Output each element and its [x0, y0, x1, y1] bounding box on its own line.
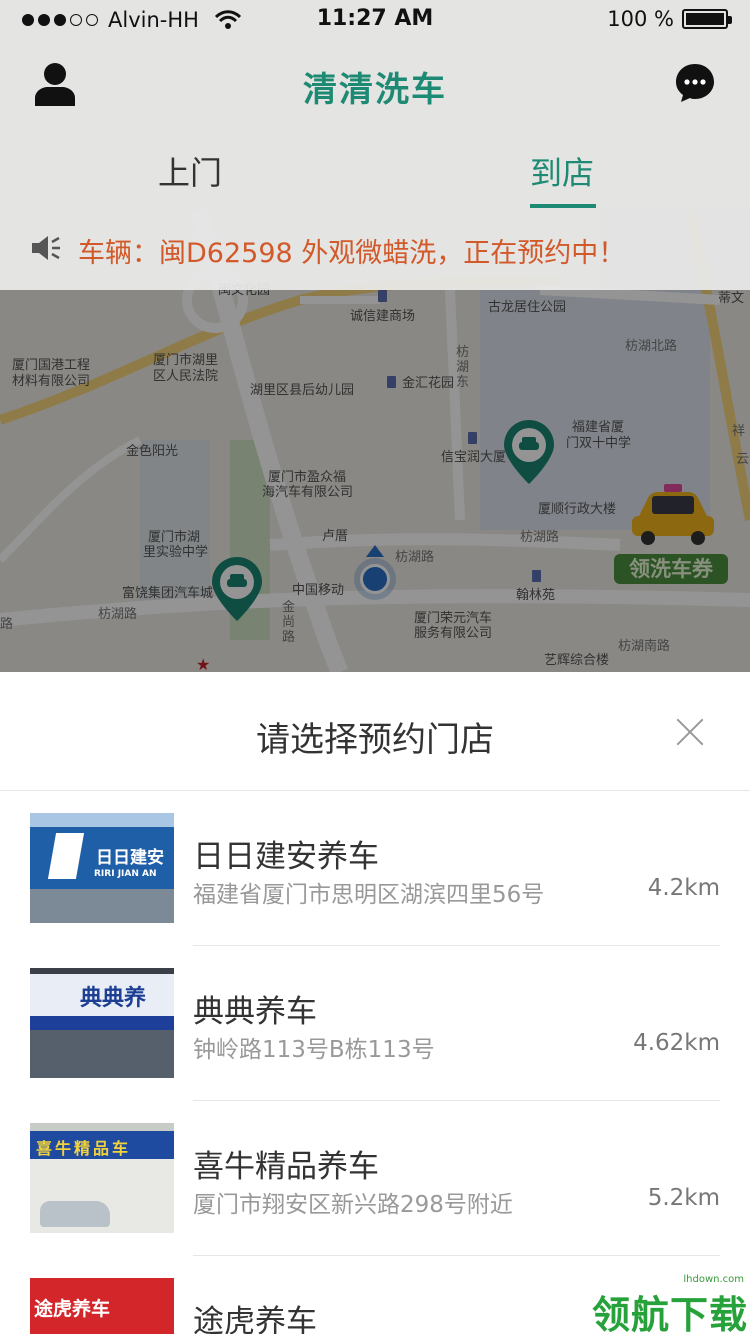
map-label: 服务有限公司: [414, 626, 493, 641]
building-icon: [387, 376, 396, 388]
road-label: 东: [456, 375, 470, 390]
store-sign-text: 典典养: [80, 986, 147, 1011]
map-label: 金汇花园: [402, 376, 455, 391]
store-address: 厦门市翔安区新兴路298号附近: [193, 1192, 513, 1218]
road-label: 枋湖路: [520, 530, 560, 545]
app-title: 清清洗车: [303, 70, 447, 110]
shop-icon: [378, 290, 387, 302]
speaker-icon: [32, 236, 60, 260]
map-label: 中国移动: [292, 583, 345, 598]
active-tab-indicator: [530, 204, 596, 208]
notice-banner: 车辆：闽D62598 外观微蜡洗，正在预约中！: [0, 215, 750, 285]
map-label: 古龙居住公园: [488, 300, 567, 315]
store-name: 喜牛精品养车: [193, 1149, 379, 1185]
status-bar: Alvin-HH 11:27 AM 100 %: [0, 0, 750, 40]
map-label: 湖里区县后幼儿园: [250, 383, 355, 398]
road-label: 湖: [456, 360, 470, 375]
map-label: 翰林苑: [516, 588, 556, 603]
map-label: 艺辉综合楼: [544, 653, 610, 668]
current-location-icon: [360, 564, 390, 594]
store-pin-icon[interactable]: [502, 418, 556, 488]
map-label: 门双十中学: [566, 436, 632, 451]
map-label: 里实验中学: [143, 545, 209, 560]
watermark-text: 领航下载: [591, 1293, 748, 1334]
road-label: 路: [0, 617, 14, 632]
sheet-header: 请选择预约门店: [0, 672, 750, 791]
store-photo: 途虎养车: [30, 1278, 174, 1334]
road-label: 云: [736, 452, 750, 467]
store-sign-text: 喜牛精品车: [36, 1139, 132, 1158]
store-name: 日日建安养车: [193, 839, 379, 875]
map-label: 金色阳光: [126, 444, 179, 459]
map-label: 厦门市湖: [148, 530, 201, 545]
map-label: 厦门国港工程: [12, 358, 91, 373]
store-banner: [30, 1016, 174, 1030]
store-photo: 喜牛精品车: [30, 1123, 174, 1233]
star-icon: ★: [196, 655, 211, 672]
map-label: 富饶集团汽车城: [122, 586, 214, 601]
store-select-sheet: 请选择预约门店 日日建安 RIRI JIAN AN 日日建安养车 福建省厦门市思…: [0, 672, 750, 1334]
chat-bubble-icon[interactable]: [674, 62, 716, 104]
map-label: 区人民法院: [153, 369, 219, 384]
road-label: 枋湖北路: [625, 339, 678, 354]
road-label: 枋湖路: [98, 607, 138, 622]
battery-status: 100 %: [607, 7, 732, 31]
heading-arrow-icon: [366, 545, 384, 557]
mode-tabs: 上门 到店: [0, 130, 750, 210]
map-label: 蒂文: [718, 291, 745, 306]
storefront: [30, 889, 174, 923]
store-name: 典典养车: [193, 994, 317, 1030]
store-photo: 典典养: [30, 968, 174, 1078]
notice-text: 车辆：闽D62598 外观微蜡洗，正在预约中！: [78, 238, 626, 269]
battery-icon: [682, 9, 732, 29]
store-name: 途虎养车: [193, 1304, 317, 1334]
store-distance: 5.2km: [647, 1185, 720, 1211]
store-distance: 4.2km: [647, 875, 720, 901]
store-sign-subtext: RIRI JIAN AN: [94, 869, 157, 879]
store-item[interactable]: 喜牛精品车 喜牛精品养车 厦门市翔安区新兴路298号附近 5.2km: [0, 1101, 750, 1256]
close-icon[interactable]: [676, 718, 704, 746]
road-label: 枋湖路: [395, 550, 435, 565]
map-label: 厦门市湖里: [153, 353, 219, 368]
map-label: 厦顺行政大楼: [538, 502, 617, 517]
map-label: 信宝润大厦: [441, 450, 507, 465]
store-address: 福建省厦门市思明区湖滨四里56号: [193, 882, 545, 908]
map-label: 海汽车有限公司: [262, 485, 354, 500]
nav-bar: 清清洗车: [0, 40, 750, 130]
road-label: 枋湖南路: [618, 639, 671, 654]
store-item[interactable]: 典典养 典典养车 钟岭路113号B栋113号 4.62km: [0, 946, 750, 1101]
store-photo: 日日建安 RIRI JIAN AN: [30, 813, 174, 923]
map-label: 厦门市盈众福: [268, 470, 347, 485]
watermark-logo: lhdown.com 领航下载: [568, 1274, 750, 1334]
building-icon: [532, 570, 541, 582]
building-icon: [468, 432, 477, 444]
car-icon: [40, 1201, 110, 1227]
road-label: 枋: [456, 345, 470, 360]
map-label: 诚信建商场: [350, 309, 416, 324]
road-label: 尚: [282, 615, 296, 630]
storefront: [30, 1030, 174, 1078]
taxi-car-icon: [632, 484, 714, 545]
road-label: 金: [282, 600, 296, 615]
map-label: 材料有限公司: [12, 374, 91, 389]
store-pin-icon[interactable]: [210, 555, 264, 625]
store-address: 钟岭路113号B栋113号: [193, 1037, 435, 1063]
coupon-button[interactable]: 领洗车券: [612, 478, 730, 584]
road-label: 路: [282, 630, 296, 645]
road-label: 祥: [732, 424, 746, 439]
map-label: 卢厝: [322, 529, 349, 544]
tab-home-service[interactable]: 上门: [158, 148, 222, 194]
store-item[interactable]: 日日建安 RIRI JIAN AN 日日建安养车 福建省厦门市思明区湖滨四里56…: [0, 791, 750, 946]
tab-in-store[interactable]: 到店: [530, 148, 594, 194]
map-label: 厦门荣元汽车: [414, 611, 493, 626]
store-sign-text: 途虎养车: [34, 1298, 111, 1320]
store-distance: 4.62km: [633, 1030, 720, 1056]
battery-percent: 100 %: [607, 7, 674, 31]
sheet-title: 请选择预约门店: [256, 720, 494, 760]
store-sign-text: 日日建安: [96, 848, 164, 868]
map-label: 福建省厦: [572, 420, 625, 435]
coupon-label: 领洗车券: [614, 554, 728, 584]
top-header: Alvin-HH 11:27 AM 100 % 清清洗车 上门 到店 车辆：闽D…: [0, 0, 750, 290]
